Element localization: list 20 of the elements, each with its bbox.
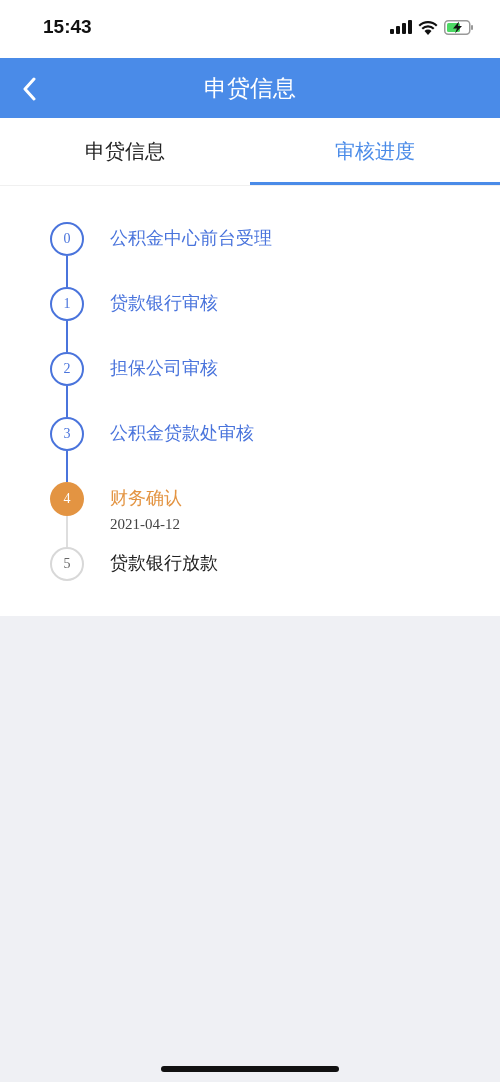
step-number: 5 [50, 547, 84, 581]
tab[interactable]: 申贷信息 [0, 118, 250, 185]
step-date: 2021-04-12 [110, 516, 181, 533]
wifi-icon [418, 19, 438, 35]
step-label: 贷款银行审核 [110, 291, 218, 315]
back-icon[interactable] [22, 77, 36, 101]
step-label: 财务确认 [110, 486, 182, 510]
step-number: 3 [50, 417, 84, 451]
page-title: 申贷信息 [204, 73, 296, 103]
step-label: 公积金中心前台受理 [110, 226, 272, 250]
step-label: 担保公司审核 [110, 356, 218, 380]
step-label: 贷款银行放款 [110, 551, 218, 575]
step-number: 4 [50, 482, 84, 516]
battery-charging-icon [444, 19, 474, 35]
step-number: 1 [50, 287, 84, 321]
status-time: 15:43 [43, 16, 92, 38]
step-number: 2 [50, 352, 84, 386]
signal-icon [390, 20, 412, 34]
step-label: 公积金贷款处审核 [110, 421, 254, 445]
step-number: 0 [50, 222, 84, 256]
